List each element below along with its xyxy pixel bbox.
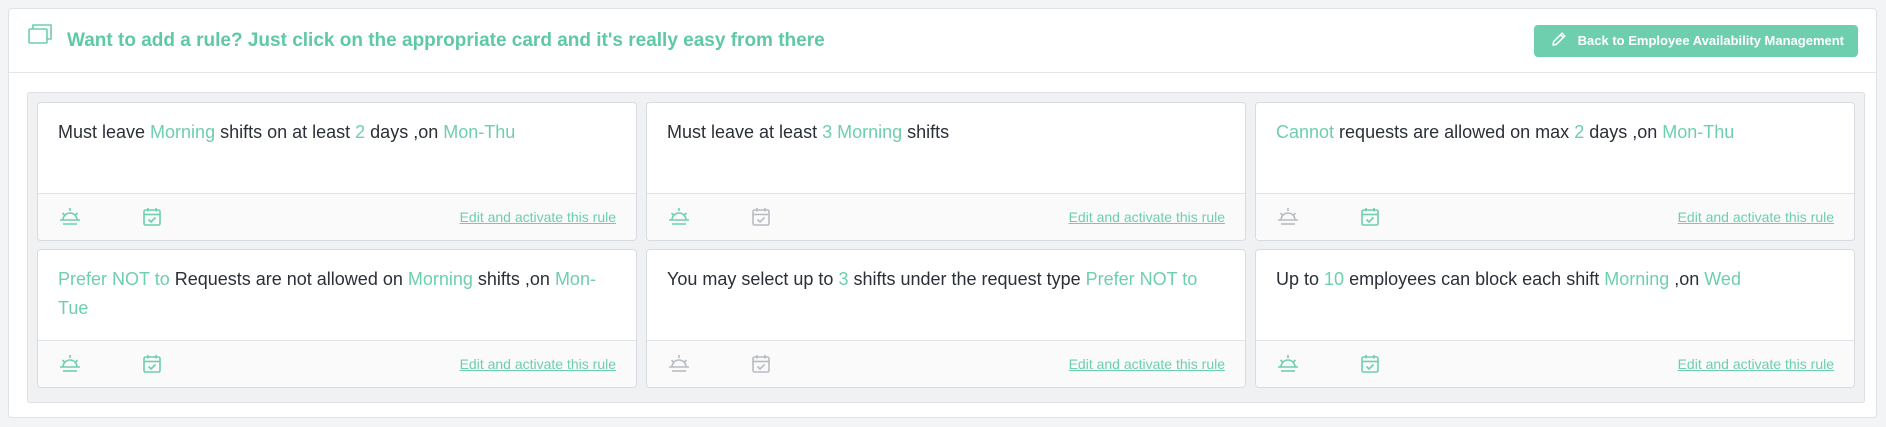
panel-header: Want to add a rule? Just click on the ap… xyxy=(9,9,1876,73)
rule-description: Must leave Morning shifts on at least 2 … xyxy=(38,103,636,194)
rule-value: Prefer NOT to xyxy=(58,269,170,289)
rule-value: 2 xyxy=(1574,122,1585,142)
rule-value: Mon-Thu xyxy=(443,122,516,142)
sunrise-icon xyxy=(58,352,82,376)
cards-container: Must leave Morning shifts on at least 2 … xyxy=(27,92,1865,403)
rule-description: Up to 10 employees can block each shift … xyxy=(1256,250,1854,341)
rule-text: shifts under the request type xyxy=(848,269,1086,289)
sunrise-icon xyxy=(58,205,82,229)
rule-text: days ,on xyxy=(365,122,444,142)
rule-text: days ,on xyxy=(1584,122,1663,142)
rule-card-footer: Edit and activate this rule xyxy=(38,194,636,240)
rule-card-footer: Edit and activate this rule xyxy=(1256,341,1854,387)
rule-description: Must leave at least 3 Morning shifts xyxy=(647,103,1245,194)
rule-text: Must leave xyxy=(58,122,151,142)
pencil-icon xyxy=(1550,30,1568,51)
rule-value: Cannot xyxy=(1276,122,1335,142)
rule-card-2[interactable]: Must leave at least 3 Morning shifts Edi… xyxy=(646,102,1246,241)
sunrise-icon xyxy=(667,352,691,376)
calendar-check-icon xyxy=(1358,352,1382,376)
rule-card-footer: Edit and activate this rule xyxy=(1256,194,1854,240)
rule-card-footer: Edit and activate this rule xyxy=(38,341,636,387)
calendar-check-icon xyxy=(1358,205,1382,229)
rule-value: Morning xyxy=(150,122,216,142)
rule-card-footer: Edit and activate this rule xyxy=(647,194,1245,240)
rules-panel: Want to add a rule? Just click on the ap… xyxy=(8,8,1877,418)
rule-value: 2 xyxy=(355,122,366,142)
rule-card-3[interactable]: Cannot requests are allowed on max 2 day… xyxy=(1255,102,1855,241)
edit-activate-rule-link[interactable]: Edit and activate this rule xyxy=(1069,209,1225,225)
rule-card-6[interactable]: Up to 10 employees can block each shift … xyxy=(1255,249,1855,388)
page-title: Want to add a rule? Just click on the ap… xyxy=(67,29,825,51)
rule-text: Must leave at least xyxy=(667,122,823,142)
rule-value: Prefer NOT to xyxy=(1085,269,1198,289)
rule-description: Prefer NOT to Requests are not allowed o… xyxy=(38,250,636,341)
rule-description: You may select up to 3 shifts under the … xyxy=(647,250,1245,341)
sunrise-icon xyxy=(1276,205,1300,229)
rule-cards-grid: Must leave Morning shifts on at least 2 … xyxy=(37,102,1855,388)
back-button-label: Back to Employee Availability Management xyxy=(1577,33,1844,48)
rule-text: shifts on at least xyxy=(215,122,356,142)
calendar-check-icon xyxy=(140,352,164,376)
rule-text: requests are allowed on max xyxy=(1334,122,1575,142)
edit-activate-rule-link[interactable]: Edit and activate this rule xyxy=(1678,356,1834,372)
title-wrap: Want to add a rule? Just click on the ap… xyxy=(27,23,825,52)
rule-value: Morning xyxy=(407,269,473,289)
rule-value: Mon-Thu xyxy=(1662,122,1735,142)
rule-text: Up to xyxy=(1276,269,1325,289)
windows-icon xyxy=(27,22,55,50)
rule-text: shifts xyxy=(902,122,950,142)
edit-activate-rule-link[interactable]: Edit and activate this rule xyxy=(1678,209,1834,225)
rule-text: You may select up to xyxy=(667,269,839,289)
sunrise-icon xyxy=(1276,352,1300,376)
calendar-check-icon xyxy=(749,205,773,229)
rule-card-footer: Edit and activate this rule xyxy=(647,341,1245,387)
rule-text: ,on xyxy=(1669,269,1705,289)
edit-activate-rule-link[interactable]: Edit and activate this rule xyxy=(460,356,616,372)
rule-value: Morning xyxy=(1604,269,1670,289)
back-to-availability-button[interactable]: Back to Employee Availability Management xyxy=(1533,24,1858,57)
edit-activate-rule-link[interactable]: Edit and activate this rule xyxy=(1069,356,1225,372)
rule-text: shifts ,on xyxy=(472,269,555,289)
calendar-check-icon xyxy=(140,205,164,229)
rule-text: employees can block each shift xyxy=(1344,269,1605,289)
edit-activate-rule-link[interactable]: Edit and activate this rule xyxy=(460,209,616,225)
rule-value: 10 xyxy=(1324,269,1345,289)
rule-value: 3 xyxy=(838,269,849,289)
rule-text: Requests are not allowed on xyxy=(169,269,408,289)
rule-description: Cannot requests are allowed on max 2 day… xyxy=(1256,103,1854,194)
rule-card-4[interactable]: Prefer NOT to Requests are not allowed o… xyxy=(37,249,637,388)
rule-value: 3 xyxy=(822,122,833,142)
rule-card-1[interactable]: Must leave Morning shifts on at least 2 … xyxy=(37,102,637,241)
sunrise-icon xyxy=(667,205,691,229)
rule-card-5[interactable]: You may select up to 3 shifts under the … xyxy=(646,249,1246,388)
rule-value: Wed xyxy=(1704,269,1741,289)
calendar-check-icon xyxy=(749,352,773,376)
rule-value: Morning xyxy=(837,122,903,142)
